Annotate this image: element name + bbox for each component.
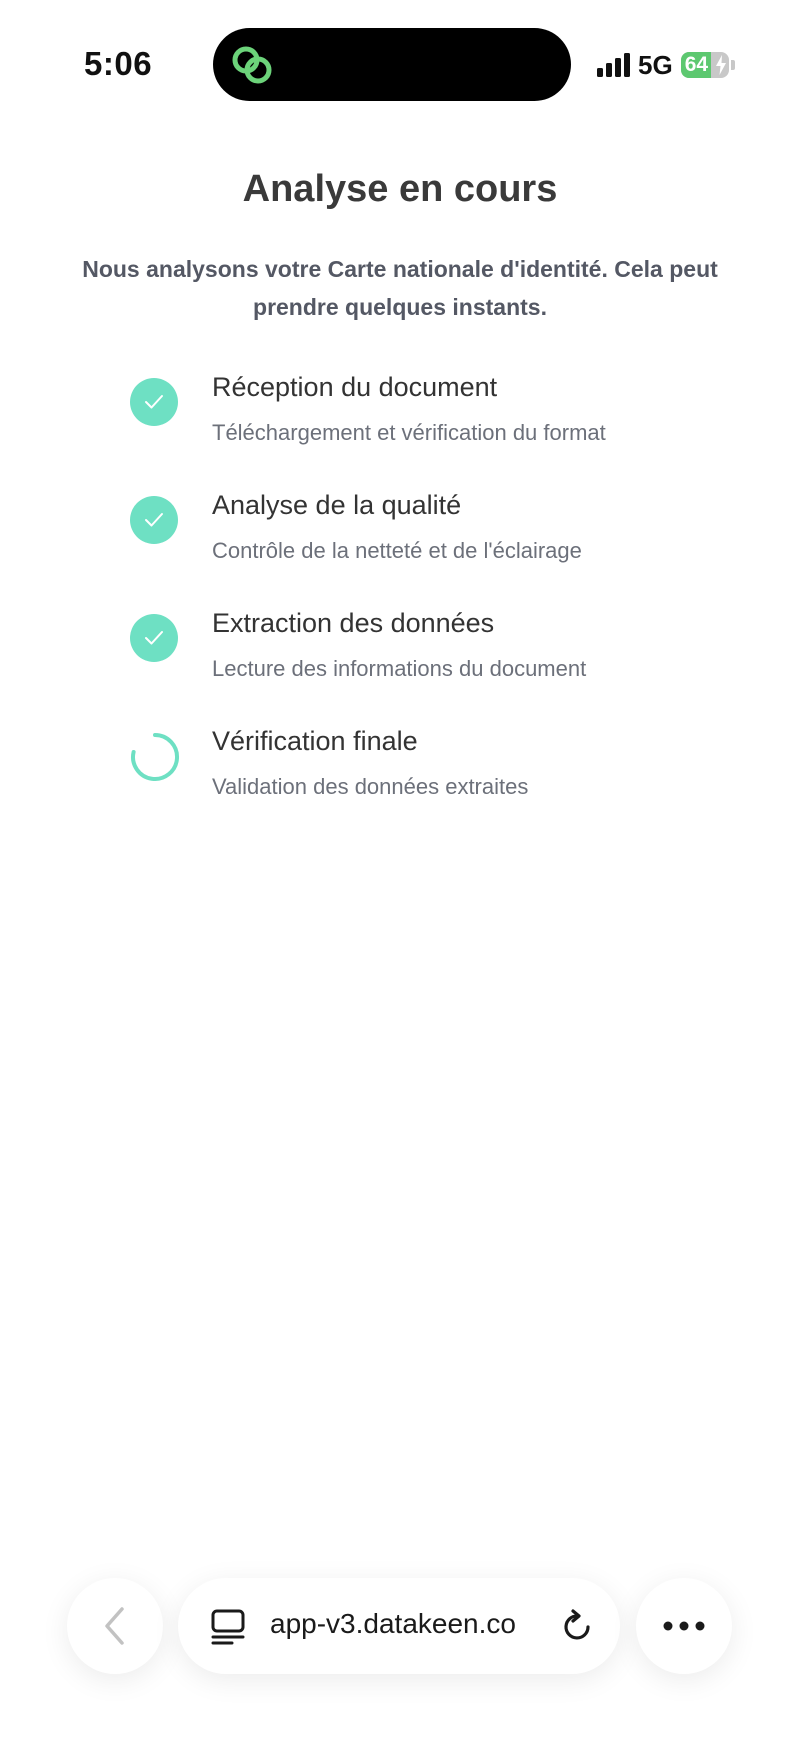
step-title: Réception du document: [212, 372, 498, 402]
step-reception: Réception du document Téléchargement et …: [130, 370, 750, 488]
network-type: 5G: [638, 49, 673, 80]
link-rings-icon: [232, 46, 272, 84]
step-title: Extraction des données: [212, 608, 495, 638]
charging-bolt-icon: [715, 55, 726, 75]
step-description: Lecture des informations du document: [212, 656, 587, 681]
step-quality: Analyse de la qualité Contrôle de la net…: [130, 488, 750, 606]
more-icon: [663, 1621, 705, 1631]
check-circle-icon: [130, 614, 178, 662]
more-options-button[interactable]: [636, 1578, 732, 1674]
screen: 5:06 5G 64 Analyse en cours Nous analyso…: [0, 0, 800, 1739]
address-bar[interactable]: app-v3.datakeen.co: [178, 1578, 620, 1674]
loading-spinner-icon: [131, 733, 180, 781]
battery-icon: 64: [680, 52, 729, 78]
check-circle-icon: [130, 378, 178, 426]
step-description: Téléchargement et vérification du format: [212, 420, 606, 445]
battery-level: 64: [684, 53, 709, 76]
step-description: Validation des données extraites: [212, 774, 529, 799]
browser-toolbar: app-v3.datakeen.co: [0, 1570, 800, 1680]
step-status-icon: [130, 732, 180, 782]
signal-icon: [597, 53, 630, 77]
status-time: 5:06: [84, 45, 153, 82]
reload-icon[interactable]: [558, 1608, 596, 1646]
check-circle-icon: [130, 496, 178, 544]
chevron-left-icon: [105, 1607, 124, 1645]
step-status-icon: [130, 378, 180, 428]
back-button[interactable]: [67, 1578, 163, 1674]
step-final-verification: Vérification finale Validation des donné…: [130, 724, 750, 842]
step-status-icon: [130, 614, 180, 664]
step-title: Vérification finale: [212, 726, 418, 756]
step-status-icon: [130, 496, 180, 546]
dynamic-island: [213, 28, 571, 101]
page-title: Analyse en cours: [242, 168, 558, 210]
tabs-icon[interactable]: [210, 1608, 246, 1646]
progress-steps: Réception du document Téléchargement et …: [130, 370, 750, 842]
step-extraction: Extraction des données Lecture des infor…: [130, 606, 750, 724]
url-text[interactable]: app-v3.datakeen.co: [270, 1608, 516, 1640]
battery-cap: [730, 60, 735, 70]
page-subtitle: Nous analysons votre Carte nationale d'i…: [82, 256, 718, 320]
step-title: Analyse de la qualité: [212, 490, 462, 520]
step-description: Contrôle de la netteté et de l'éclairage: [212, 538, 582, 563]
status-indicators: 5G 64: [597, 50, 735, 80]
